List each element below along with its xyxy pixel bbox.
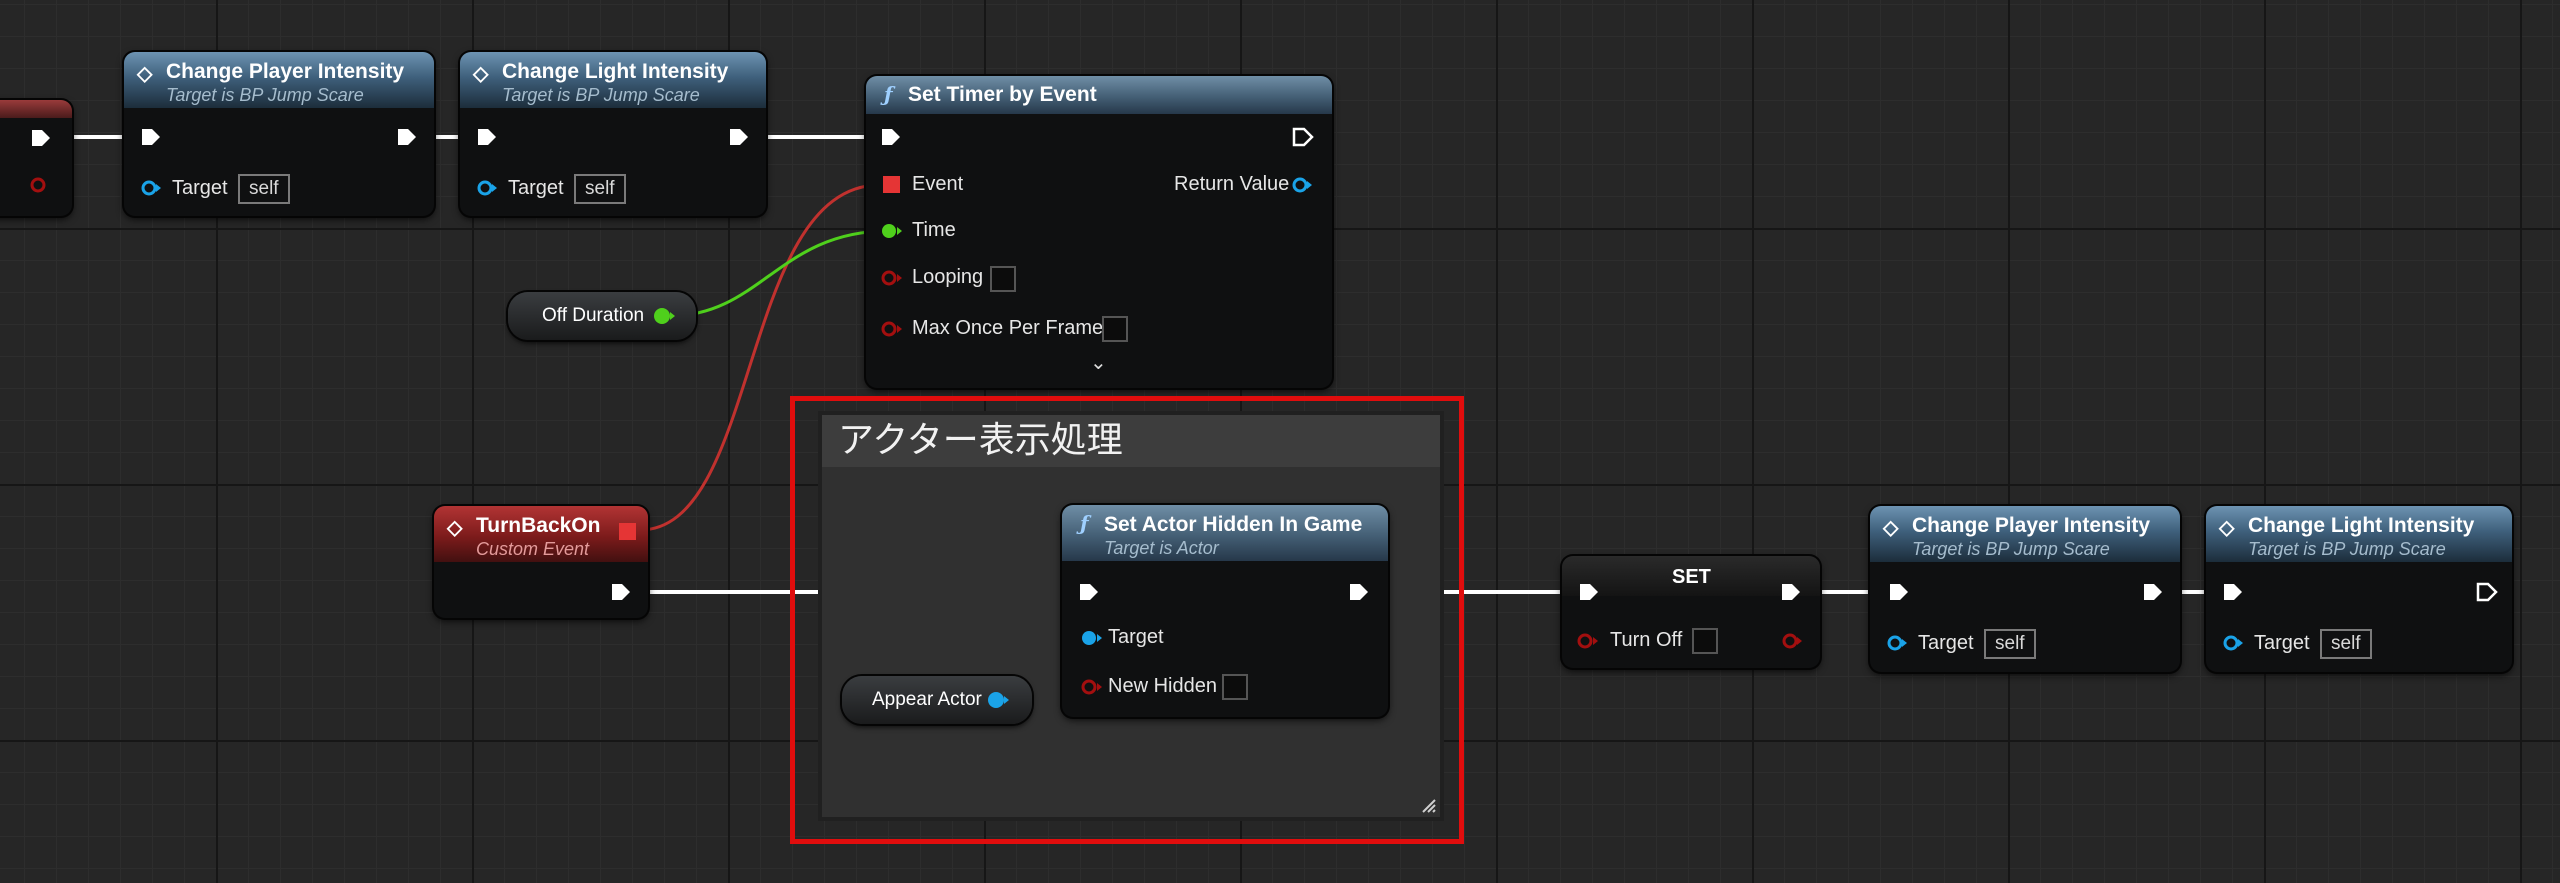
pin-label-target: Target xyxy=(508,177,564,199)
pin-label-target: Target xyxy=(1918,632,1974,654)
node-subtitle: Custom Event xyxy=(476,539,590,559)
turn-off-checkbox[interactable] xyxy=(1692,628,1718,654)
bool-out-pin[interactable] xyxy=(1780,631,1804,651)
event-diamond-icon: ◇ xyxy=(473,63,489,85)
exec-out-pin[interactable] xyxy=(610,582,632,602)
change-player-intensity-node-bottom[interactable]: ◇ Change Player Intensity Target is BP J… xyxy=(1870,506,2180,672)
change-player-intensity-node-top[interactable]: ◇ Change Player Intensity Target is BP J… xyxy=(124,52,434,216)
looping-checkbox[interactable] xyxy=(990,266,1016,292)
max-once-checkbox[interactable] xyxy=(1102,316,1128,342)
return-value-pin[interactable] xyxy=(1290,175,1314,195)
pin-label-target: Target xyxy=(172,177,228,199)
node-header: ◇ Change Light Intensity Target is BP Ju… xyxy=(460,52,766,108)
pin-label-target: Target xyxy=(2254,632,2310,654)
node-header: ◇ TurnBackOn Custom Event xyxy=(434,506,648,562)
expand-chevron-icon[interactable]: ⌄ xyxy=(1090,350,1107,375)
node-subtitle: Target is BP Jump Scare xyxy=(2248,539,2446,559)
object-target-pin[interactable] xyxy=(476,178,498,198)
object-target-pin[interactable] xyxy=(2222,633,2244,653)
node-title: Change Light Intensity xyxy=(502,60,729,83)
node-subtitle: Target is BP Jump Scare xyxy=(502,85,700,105)
change-light-intensity-node-bottom[interactable]: ◇ Change Light Intensity Target is BP Ju… xyxy=(2206,506,2512,672)
pin-label-event: Event xyxy=(912,173,964,195)
exec-in-pin[interactable] xyxy=(476,127,498,147)
object-target-pin[interactable] xyxy=(1080,628,1104,648)
exec-in-pin[interactable] xyxy=(1888,582,1910,602)
pin-label-return-value: Return Value xyxy=(1174,173,1290,195)
pin-label-looping: Looping xyxy=(912,266,984,288)
off-duration-variable-node[interactable]: Off Duration xyxy=(508,292,696,340)
object-target-pin[interactable] xyxy=(1886,633,1908,653)
exec-out-pin[interactable] xyxy=(30,128,52,148)
exec-in-pin[interactable] xyxy=(880,127,902,147)
float-wire xyxy=(669,229,889,318)
set-actor-hidden-in-game-node[interactable]: ƒ Set Actor Hidden In Game Target is Act… xyxy=(1062,505,1388,717)
variable-label: Appear Actor xyxy=(872,689,982,710)
partial-left-node[interactable] xyxy=(0,100,72,216)
node-title: TurnBackOn xyxy=(476,514,601,537)
function-icon: ƒ xyxy=(1080,511,1089,535)
event-diamond-icon: ◇ xyxy=(137,63,153,85)
delegate-out-pin[interactable] xyxy=(618,522,638,542)
exec-out-pin[interactable] xyxy=(1780,582,1802,602)
node-header: ◇ Change Player Intensity Target is BP J… xyxy=(1870,506,2180,562)
exec-in-pin[interactable] xyxy=(140,127,162,147)
pin-label-target: Target xyxy=(1108,626,1164,648)
bool-looping-pin[interactable] xyxy=(880,268,904,288)
exec-in-pin[interactable] xyxy=(1578,582,1600,602)
self-input[interactable]: self xyxy=(2320,629,2372,659)
node-subtitle: Target is BP Jump Scare xyxy=(1912,539,2110,559)
bool-pin[interactable] xyxy=(28,175,48,195)
object-out-pin[interactable] xyxy=(986,689,1010,711)
exec-out-pin[interactable] xyxy=(2142,582,2164,602)
exec-out-pin[interactable] xyxy=(2476,582,2498,602)
function-icon: ƒ xyxy=(884,82,893,106)
bool-max-once-pin[interactable] xyxy=(880,319,904,339)
node-header: ◇ Change Player Intensity Target is BP J… xyxy=(124,52,434,108)
object-target-pin[interactable] xyxy=(140,178,162,198)
exec-in-pin[interactable] xyxy=(1078,582,1100,602)
node-title: SET xyxy=(1672,566,1711,588)
node-header: ƒ Set Timer by Event xyxy=(866,76,1332,114)
bool-turn-off-pin[interactable] xyxy=(1576,631,1600,651)
node-title: Set Actor Hidden In Game xyxy=(1104,513,1363,536)
event-diamond-icon: ◇ xyxy=(2219,517,2235,539)
pin-label-max-once-per-frame: Max Once Per Frame xyxy=(912,317,1104,339)
node-header: ƒ Set Actor Hidden In Game Target is Act… xyxy=(1062,505,1388,561)
partial-node-header xyxy=(0,100,72,118)
bool-new-hidden-pin[interactable] xyxy=(1080,677,1104,697)
new-hidden-checkbox[interactable] xyxy=(1222,674,1248,700)
node-subtitle: Target is Actor xyxy=(1104,538,1219,558)
float-out-pin[interactable] xyxy=(652,305,676,327)
pin-label-turn-off: Turn Off xyxy=(1610,629,1683,651)
node-title: Change Player Intensity xyxy=(166,60,405,83)
node-title: Set Timer by Event xyxy=(908,83,1097,106)
node-title: Change Player Intensity xyxy=(1912,514,2151,537)
event-diamond-icon: ◇ xyxy=(1883,517,1899,539)
appear-actor-variable-node[interactable]: Appear Actor xyxy=(842,676,1032,724)
node-header: ◇ Change Light Intensity Target is BP Ju… xyxy=(2206,506,2512,562)
pin-label-new-hidden: New Hidden xyxy=(1108,675,1217,697)
self-input[interactable]: self xyxy=(1984,629,2036,659)
delegate-event-pin[interactable] xyxy=(882,175,902,195)
exec-out-pin[interactable] xyxy=(728,127,750,147)
node-title: Change Light Intensity xyxy=(2248,514,2475,537)
node-subtitle: Target is BP Jump Scare xyxy=(166,85,364,105)
set-turn-off-node[interactable]: SET Turn Off xyxy=(1562,556,1820,668)
set-timer-by-event-node[interactable]: ƒ Set Timer by Event Event Return Value … xyxy=(866,76,1332,388)
pin-label-time: Time xyxy=(912,219,956,241)
variable-label: Off Duration xyxy=(542,305,645,326)
exec-in-pin[interactable] xyxy=(2222,582,2244,602)
turn-back-on-event-node[interactable]: ◇ TurnBackOn Custom Event xyxy=(434,506,648,618)
float-time-pin[interactable] xyxy=(880,221,904,241)
self-input[interactable]: self xyxy=(238,174,290,204)
exec-out-pin[interactable] xyxy=(1292,127,1314,147)
exec-out-pin[interactable] xyxy=(396,127,418,147)
self-input[interactable]: self xyxy=(574,174,626,204)
change-light-intensity-node-top[interactable]: ◇ Change Light Intensity Target is BP Ju… xyxy=(460,52,766,216)
event-diamond-icon: ◇ xyxy=(447,517,463,539)
exec-out-pin[interactable] xyxy=(1348,582,1370,602)
